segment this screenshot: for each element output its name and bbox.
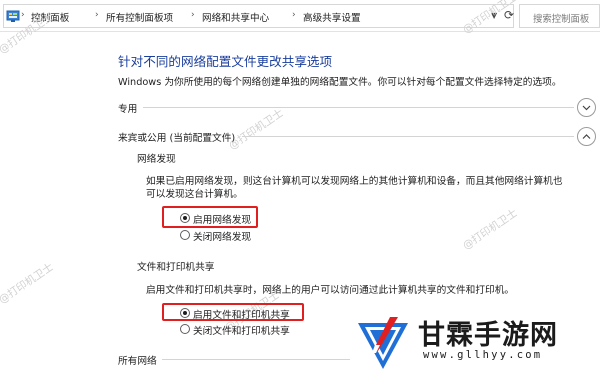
watermark-text: @打印机卫士 xyxy=(460,206,520,253)
brand-logo-icon xyxy=(358,317,408,369)
chevron-right-icon: › xyxy=(21,10,25,20)
radio-button[interactable] xyxy=(180,324,190,334)
chevron-up-icon xyxy=(582,134,591,139)
radio-button-selected[interactable] xyxy=(180,308,190,318)
page-title: 针对不同的网络配置文件更改共享选项 xyxy=(118,54,333,69)
radio-label: 启用文件和打印机共享 xyxy=(193,310,290,321)
network-discovery-heading: 网络发现 xyxy=(137,154,176,165)
radio-label: 关闭网络发现 xyxy=(193,232,252,243)
divider xyxy=(143,107,574,108)
brand-url: www.gllhyy.com xyxy=(423,349,543,361)
collapse-public-button[interactable] xyxy=(577,127,596,146)
divider xyxy=(242,136,574,137)
radio-label: 关闭文件和打印机共享 xyxy=(193,326,290,337)
control-panel-icon xyxy=(6,10,20,22)
description-line: 可以发现这台计算机。 xyxy=(146,189,243,200)
chevron-down-icon xyxy=(582,105,591,111)
divider xyxy=(162,359,350,360)
page-description: Windows 为你所使用的每个网络创建单独的网络配置文件。你可以针对每个配置文… xyxy=(118,77,562,88)
file-sharing-description: 启用文件和打印机共享时，网络上的用户可以访问通过此计算机共享的文件和打印机。 xyxy=(146,285,515,296)
section-public-label[interactable]: 来宾或公用 (当前配置文件) xyxy=(118,130,235,144)
radio-button[interactable] xyxy=(180,230,190,240)
brand-name: 甘霖手游网 xyxy=(418,320,558,351)
file-sharing-heading: 文件和打印机共享 xyxy=(137,262,215,273)
breadcrumb-item-network-center[interactable]: 网络和共享中心 xyxy=(202,10,269,24)
network-discovery-description: 如果已启用网络发现，则这台计算机可以发现网络上的其他计算机和设备，而且其他网络计… xyxy=(146,175,563,201)
search-placeholder: 搜索控制面板 xyxy=(533,14,590,25)
chevron-right-icon: › xyxy=(191,10,195,20)
breadcrumb-item-all-items[interactable]: 所有控制面板项 xyxy=(106,10,173,24)
expand-private-button[interactable] xyxy=(577,98,596,117)
description-line: 如果已启用网络发现，则这台计算机可以发现网络上的其他计算机和设备，而且其他网络计… xyxy=(146,176,563,187)
breadcrumb[interactable]: › 控制面板 › 所有控制面板项 › 网络和共享中心 › 高级共享设置 ▼ ⟳ xyxy=(3,4,514,28)
section-private-label[interactable]: 专用 xyxy=(118,101,137,115)
chevron-right-icon: › xyxy=(292,10,296,20)
breadcrumb-item-advanced-sharing[interactable]: 高级共享设置 xyxy=(303,10,361,24)
chevron-right-icon: › xyxy=(95,10,99,20)
radio-button-selected[interactable] xyxy=(180,213,190,223)
section-all-networks-label[interactable]: 所有网络 xyxy=(118,353,157,367)
radio-label: 启用网络发现 xyxy=(193,215,252,226)
watermark-text: @打印机卫士 xyxy=(0,260,56,307)
search-input[interactable]: 搜索控制面板 xyxy=(519,4,600,28)
